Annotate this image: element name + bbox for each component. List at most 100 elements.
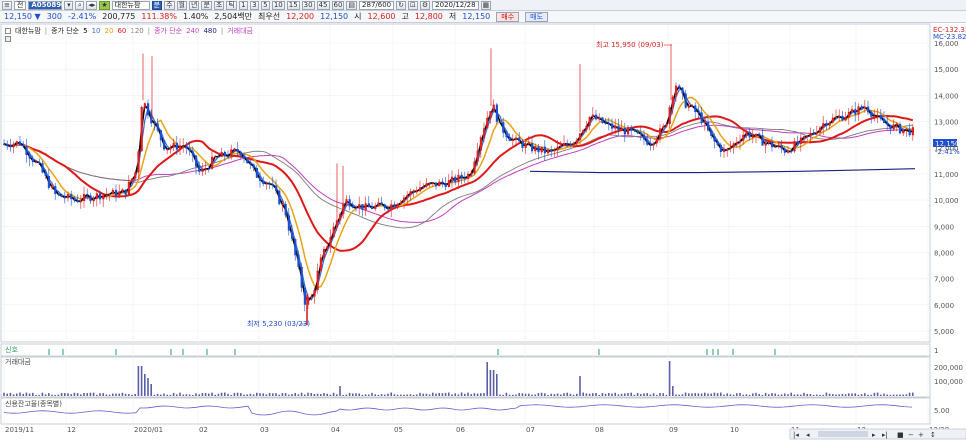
volume-bar (825, 392, 828, 396)
candle-body (486, 117, 489, 129)
volume-bar (41, 392, 44, 396)
volume-bar (576, 393, 578, 396)
volume-bar (262, 393, 264, 396)
candle-body (326, 246, 329, 249)
volume-bar (249, 393, 252, 396)
volume-bar (643, 393, 645, 396)
candle-body (367, 203, 370, 207)
candle-body (649, 144, 652, 146)
date-axis-tick: 2019/11 (5, 426, 34, 434)
candle-body (236, 149, 239, 152)
volume-bar (275, 393, 277, 396)
candle-body (697, 112, 700, 114)
volume-bar (25, 392, 28, 396)
candle-body (607, 123, 610, 125)
volume-bar (521, 393, 524, 396)
volume-bar (604, 393, 607, 396)
volume-bar (780, 394, 783, 396)
candle-body (569, 144, 572, 146)
volume-bar (726, 393, 728, 396)
candle-body (835, 116, 838, 118)
candle-body (121, 189, 124, 192)
volume-bar (256, 392, 258, 396)
volume-bar (217, 393, 220, 396)
candle-body (617, 125, 620, 130)
volume-bar (627, 393, 629, 396)
volume-bar (9, 392, 12, 396)
volume-bar (156, 393, 159, 396)
nav-next-icon[interactable]: ▸ (872, 431, 876, 439)
volume-bar (323, 392, 325, 396)
nav-zoom-out-icon[interactable]: − (908, 431, 914, 439)
nav-stop-icon[interactable]: ■ (897, 431, 904, 439)
volume-bar (227, 393, 229, 396)
volume-bar (550, 393, 552, 396)
nav-prev-icon[interactable]: ◂ (806, 431, 810, 439)
volume-bar (150, 384, 152, 396)
candle-body (214, 156, 217, 158)
candle-body (809, 133, 812, 137)
candle-body (70, 194, 73, 200)
candle-body (441, 181, 444, 184)
volume-bar (211, 392, 213, 396)
candle-body (876, 115, 879, 117)
price-axis-tick: 10,000 (934, 197, 959, 205)
volume-bar (486, 362, 488, 396)
volume-bar (652, 393, 655, 396)
nav-first-icon[interactable]: |◂ (793, 431, 799, 439)
volume-bar (569, 393, 572, 396)
stock-chart[interactable]: 최고 15,950 (09/03) 최저 5,230 (03/23) EC-13… (0, 0, 966, 440)
credit-axis: 5.00 (934, 407, 950, 415)
volume-bar (83, 392, 85, 396)
volume-bar (406, 394, 408, 396)
nav-expand-icon[interactable]: ↕ (930, 431, 936, 439)
candle-body (473, 161, 476, 174)
candle-body (748, 131, 751, 138)
volume-bar (467, 392, 469, 396)
volume-bar (48, 393, 50, 396)
candle-body (787, 151, 790, 153)
volume-bar (880, 394, 882, 396)
candle-body (889, 124, 892, 130)
candle-body (831, 117, 834, 123)
volume-bar (246, 394, 248, 396)
candle-body (796, 141, 799, 144)
signal-marker (497, 349, 499, 355)
signal-marker (717, 349, 719, 355)
nav-scrollbar[interactable] (818, 431, 868, 437)
volume-bar (326, 393, 328, 396)
candle-body (755, 133, 758, 137)
volume-bar (854, 393, 856, 396)
volume-bar (662, 393, 664, 396)
volume-bar (99, 393, 101, 396)
candle-body (815, 132, 818, 134)
candle-body (399, 202, 402, 204)
nav-last-icon[interactable]: ▸| (882, 431, 888, 439)
nav-zoom-in-icon[interactable]: + (918, 431, 924, 439)
volume-bar (476, 393, 479, 396)
candle-body (860, 106, 863, 108)
signal-marker (170, 349, 172, 355)
volume-bar (492, 370, 495, 396)
candle-body (713, 135, 716, 142)
volume-bar (560, 394, 562, 396)
volume-bar (592, 393, 594, 396)
volume-bar (857, 394, 860, 396)
chart-navigator[interactable] (789, 428, 966, 440)
signal-marker (732, 349, 734, 355)
candle-body (278, 190, 281, 205)
candle-body (457, 174, 460, 183)
candle-body (28, 154, 31, 159)
volume-bar (835, 394, 837, 396)
candle-body (422, 186, 425, 188)
date-axis-tick: 08 (595, 426, 604, 434)
volume-bar (384, 394, 386, 396)
candle-body (518, 137, 521, 142)
volume-bar (272, 393, 274, 396)
candle-body (559, 145, 562, 147)
volume-bar (457, 394, 460, 396)
candle-body (246, 158, 249, 164)
candle-body (879, 115, 882, 120)
date-axis-tick: 04 (331, 426, 340, 434)
volume-bar (787, 394, 789, 396)
